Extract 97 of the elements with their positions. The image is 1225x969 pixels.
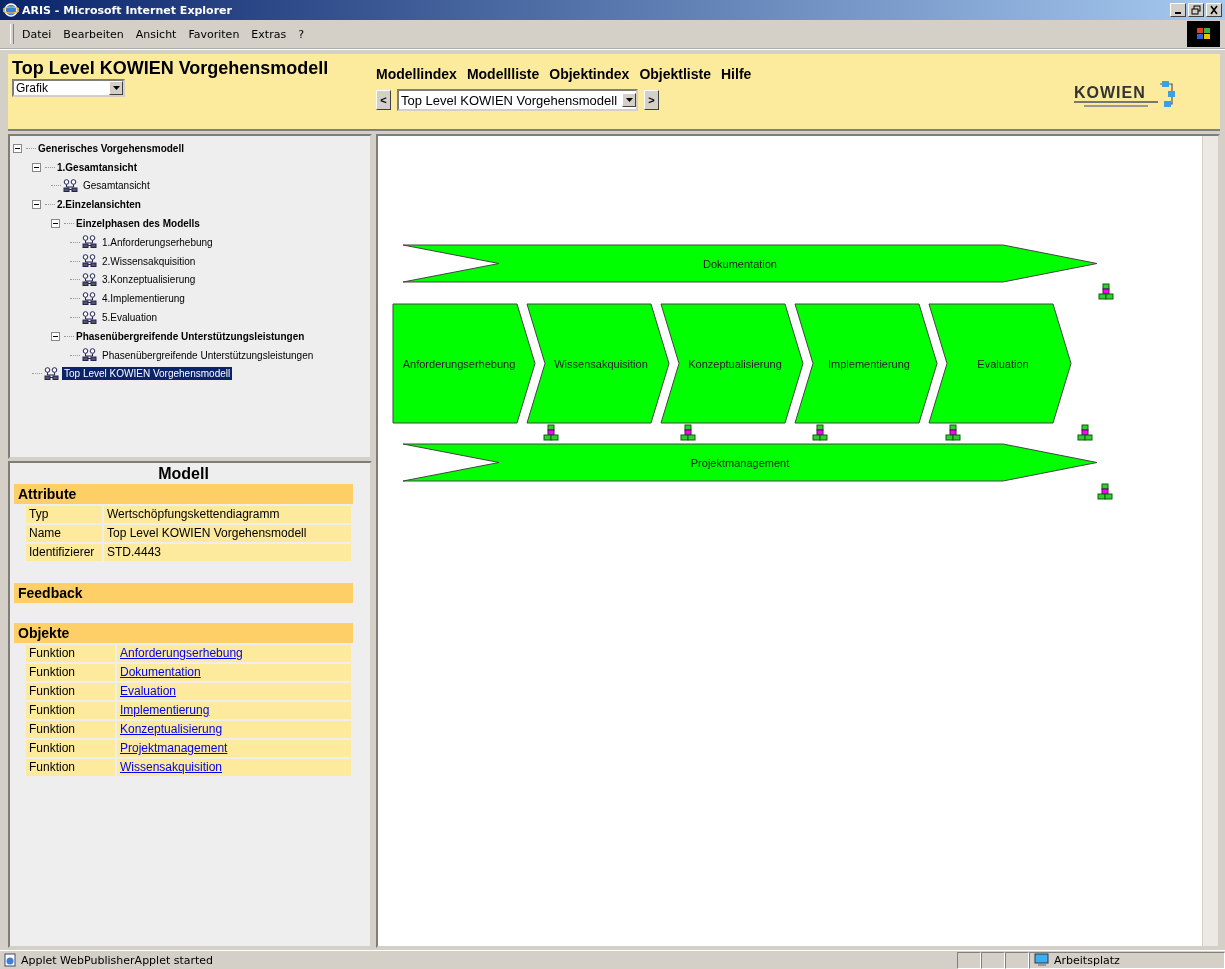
- nav-link[interactable]: Objektindex: [549, 66, 630, 82]
- menu-item[interactable]: Bearbeiten: [63, 27, 124, 41]
- shape-label: Konzeptualisierung: [688, 357, 782, 370]
- computer-icon: [1034, 953, 1050, 967]
- collapse-icon[interactable]: [51, 331, 60, 341]
- restore-icon: [1191, 5, 1201, 15]
- object-type: Funktion: [26, 740, 115, 757]
- org-chart-icon: [1097, 483, 1113, 500]
- object-link[interactable]: Anforderungserhebung: [120, 646, 243, 660]
- model-select[interactable]: Top Level KOWIEN Vorgehensmodell: [397, 89, 638, 111]
- attribute-value: Wertschöpfungskettendiagramm: [104, 506, 351, 523]
- org-chart-icon: [1077, 424, 1093, 441]
- page-title: Top Level KOWIEN Vorgehensmodell: [12, 58, 330, 78]
- menu-item[interactable]: Favoriten: [188, 27, 240, 41]
- object-link[interactable]: Wissensakquisition: [120, 760, 223, 774]
- object-link[interactable]: Implementierung: [120, 703, 210, 717]
- view-select[interactable]: Grafik: [12, 79, 125, 97]
- tree-folder[interactable]: 1.Gesamtansicht: [57, 161, 138, 173]
- nav-link[interactable]: Hilfe: [721, 66, 752, 82]
- tree-item[interactable]: 3.Konzeptualisierung: [100, 273, 198, 287]
- object-type: Funktion: [26, 721, 115, 738]
- object-type: Funktion: [26, 664, 115, 681]
- object-link[interactable]: Evaluation: [120, 684, 177, 698]
- menu-item[interactable]: Extras: [251, 27, 287, 41]
- model-icon: [82, 272, 98, 287]
- model-icon: [44, 366, 60, 381]
- shape-label: Wissensakquisition: [554, 357, 648, 370]
- attribute-name: Identifizierer: [26, 544, 102, 561]
- model-icon: [82, 254, 98, 269]
- tree-item[interactable]: Top Level KOWIEN Vorgehensmodell: [62, 367, 233, 381]
- model-icon: [82, 348, 98, 363]
- minimize-button[interactable]: [1170, 3, 1186, 17]
- org-chart-icon: [680, 424, 696, 441]
- model-icon: [82, 291, 98, 306]
- kowien-logo: KOWIEN: [1072, 77, 1188, 110]
- page-icon: [3, 953, 17, 967]
- tree-item[interactable]: 4.Implementierung: [100, 292, 187, 306]
- org-chart-icon: [812, 424, 828, 441]
- attribute-name: Typ: [26, 506, 102, 523]
- model-icon: [63, 179, 79, 193]
- section-header: Attribute: [14, 484, 353, 504]
- tree-item[interactable]: Gesamtansicht: [81, 179, 152, 193]
- attribute-name: Name: [26, 525, 102, 542]
- close-icon: [1209, 5, 1219, 15]
- object-link[interactable]: Dokumentation: [120, 665, 201, 679]
- tree-item[interactable]: 2.Wissensakquisition: [100, 254, 198, 268]
- status-panel: [981, 951, 1005, 969]
- object-type: Funktion: [26, 645, 115, 662]
- org-chart-icon: [543, 424, 559, 441]
- object-type: Funktion: [26, 759, 115, 776]
- shape-label: Evaluation: [977, 357, 1029, 370]
- panel-heading: Modell: [157, 464, 210, 484]
- tree-folder[interactable]: Generisches Vorgehensmodell: [38, 142, 184, 154]
- org-chart-icon: [945, 424, 961, 441]
- tree-item[interactable]: 5.Evaluation: [100, 311, 160, 325]
- minimize-icon: [1175, 12, 1181, 14]
- model-icon: [82, 235, 98, 250]
- tree-item[interactable]: 1.Anforderungserhebung: [100, 235, 215, 249]
- windows-logo-icon: [1187, 21, 1220, 47]
- next-button[interactable]: >: [644, 90, 659, 110]
- tree-folder[interactable]: Einzelphasen des Modells: [76, 218, 200, 230]
- menu-item[interactable]: Ansicht: [135, 27, 177, 41]
- status-panel: [957, 951, 981, 969]
- object-link[interactable]: Konzeptualisierung: [120, 722, 223, 736]
- collapse-icon[interactable]: [32, 200, 41, 210]
- previous-button[interactable]: <: [376, 90, 391, 110]
- nav-link[interactable]: Modellindex: [376, 66, 457, 82]
- model-icon: [82, 310, 98, 325]
- status-text: Applet WebPublisherApplet started: [21, 953, 214, 967]
- shape-label: Anforderungserhebung: [402, 357, 516, 370]
- collapse-icon[interactable]: [13, 143, 22, 153]
- collapse-icon[interactable]: [51, 219, 60, 229]
- section-header: Objekte: [14, 623, 353, 643]
- nav-link[interactable]: Objektliste: [639, 66, 711, 82]
- menu-item[interactable]: Datei: [22, 27, 52, 41]
- shape-label: Dokumentation: [703, 257, 777, 270]
- restore-button[interactable]: [1188, 3, 1204, 17]
- org-chart-icon: [1098, 283, 1114, 300]
- section-header: Feedback: [14, 583, 353, 603]
- browser-icon: [3, 2, 19, 18]
- attribute-value: Top Level KOWIEN Vorgehensmodell: [104, 525, 351, 542]
- object-type: Funktion: [26, 683, 115, 700]
- shape-label: Projektmanagement: [690, 456, 790, 469]
- collapse-icon[interactable]: [32, 162, 41, 172]
- object-type: Funktion: [26, 702, 115, 719]
- object-link[interactable]: Projektmanagement: [120, 741, 228, 755]
- attribute-value: STD.4443: [104, 544, 351, 561]
- menu-item[interactable]: ?: [298, 27, 304, 41]
- tree-folder[interactable]: Phasenübergreifende Unterstützungsleistungen: [76, 330, 305, 342]
- scrollbar[interactable]: [1202, 136, 1218, 946]
- tree-folder[interactable]: 2.Einzelansichten: [57, 199, 141, 211]
- shape-label: Implementierung: [828, 357, 910, 370]
- nav-link[interactable]: Modellliste: [466, 66, 540, 82]
- zone-label: Arbeitsplatz: [1054, 953, 1120, 967]
- tree-item[interactable]: Phasenübergreifende Unterstützungsleistungen: [100, 348, 316, 362]
- close-button[interactable]: [1206, 3, 1222, 17]
- window-title: ARIS - Microsoft Internet Explorer: [22, 3, 233, 17]
